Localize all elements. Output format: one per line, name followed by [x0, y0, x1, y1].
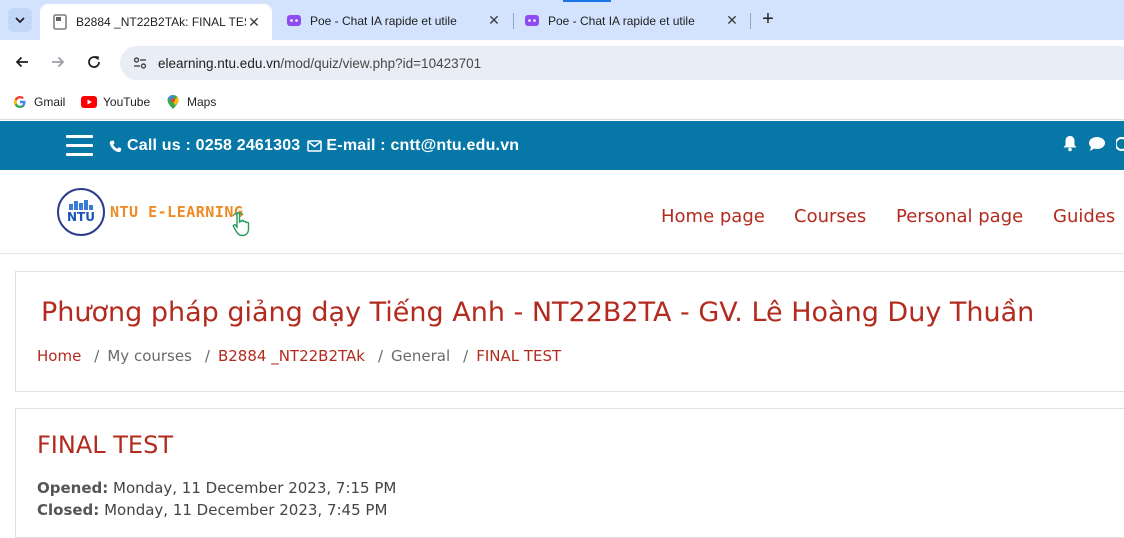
- closed-value: Monday, 11 December 2023, 7:45 PM: [104, 501, 388, 519]
- pointer-hand-icon: [232, 212, 250, 237]
- youtube-icon: [81, 94, 97, 110]
- logo-buildings-icon: [69, 200, 93, 210]
- user-menu-icon[interactable]: [1114, 136, 1124, 157]
- address-bar[interactable]: elearning.ntu.edu.vn/mod/quiz/view.php?i…: [120, 46, 1124, 80]
- browser-toolbar: elearning.ntu.edu.vn/mod/quiz/view.php?i…: [0, 40, 1124, 84]
- bell-icon[interactable]: [1062, 135, 1078, 157]
- new-tab-button[interactable]: +: [758, 9, 778, 29]
- bookmark-maps[interactable]: Maps: [165, 92, 216, 112]
- course-title: Phương pháp giảng dạy Tiếng Anh - NT22B2…: [41, 297, 1035, 328]
- close-icon[interactable]: ✕: [724, 12, 740, 29]
- close-icon[interactable]: ✕: [246, 14, 262, 30]
- quiz-closed: Closed: Monday, 11 December 2023, 7:45 P…: [37, 501, 387, 519]
- breadcrumb-general: General: [391, 347, 451, 365]
- back-button[interactable]: [10, 50, 34, 74]
- quiz-title: FINAL TEST: [37, 431, 173, 459]
- ntu-logo[interactable]: NTU: [57, 188, 105, 236]
- nav-guides[interactable]: Guides: [1053, 206, 1115, 227]
- poe-icon: [524, 13, 540, 29]
- quiz-card: FINAL TEST Opened: Monday, 11 December 2…: [15, 408, 1124, 538]
- email-text: E-mail : cntt@ntu.edu.vn: [326, 137, 520, 154]
- bookmark-label: Gmail: [34, 95, 66, 109]
- breadcrumb-separator: /: [94, 347, 100, 365]
- url-path: /mod/quiz/view.php?id=10423701: [280, 55, 482, 71]
- menu-toggle-button[interactable]: [66, 135, 93, 156]
- contact-info: Call us : 0258 2461303 E-mail : cntt@ntu…: [107, 137, 519, 155]
- url-domain: elearning.ntu.edu.vn: [158, 55, 281, 71]
- hamburger-icon: [66, 135, 93, 138]
- nav-home-page[interactable]: Home page: [661, 206, 765, 227]
- close-icon[interactable]: ✕: [486, 12, 502, 29]
- bookmark-label: Maps: [187, 95, 217, 109]
- tab-separator: [750, 13, 751, 29]
- maps-icon: [165, 94, 181, 110]
- closed-label: Closed:: [37, 501, 100, 519]
- breadcrumb-final-test[interactable]: FINAL TEST: [476, 347, 561, 365]
- reload-icon: [88, 56, 100, 68]
- arrow-left-icon: [15, 56, 28, 68]
- google-icon: [12, 94, 28, 110]
- browser-tabstrip: B2884 _NT22B2TAk: FINAL TEST ✕ Poe - Cha…: [0, 0, 1124, 40]
- reload-button[interactable]: [82, 50, 106, 74]
- user-tools: [1062, 135, 1124, 157]
- breadcrumb-separator: /: [377, 347, 384, 365]
- site-header: NTU NTU E-LEARNING Home page Courses Per…: [0, 170, 1124, 254]
- page-icon: [52, 14, 68, 30]
- bookmark-label: YouTube: [103, 95, 151, 109]
- call-us-text: Call us : 0258 2461303: [127, 137, 301, 154]
- bookmark-youtube[interactable]: YouTube: [81, 92, 150, 112]
- quiz-opened: Opened: Monday, 11 December 2023, 7:15 P…: [37, 479, 396, 497]
- bookmarks-bar: Gmail YouTube Maps: [0, 84, 1124, 120]
- opened-label: Opened:: [37, 479, 109, 497]
- url-text: elearning.ntu.edu.vn/mod/quiz/view.php?i…: [158, 56, 481, 71]
- tab-title: Poe - Chat IA rapide et utile: [548, 13, 695, 28]
- tab-poe-1[interactable]: Poe - Chat IA rapide et utile ✕: [274, 5, 512, 36]
- breadcrumb-home[interactable]: Home: [37, 347, 81, 365]
- forward-button[interactable]: [46, 50, 70, 74]
- tab-poe-2[interactable]: Poe - Chat IA rapide et utile ✕: [512, 5, 750, 36]
- course-header-card: Phương pháp giảng dạy Tiếng Anh - NT22B2…: [15, 271, 1124, 392]
- poe-icon: [286, 13, 302, 29]
- site-topbar: Call us : 0258 2461303 E-mail : cntt@ntu…: [0, 121, 1124, 170]
- tab-title: B2884 _NT22B2TAk: FINAL TEST: [76, 15, 246, 29]
- mail-icon: [306, 138, 322, 154]
- site-settings-icon[interactable]: [130, 53, 150, 73]
- logo-text: NTU E-LEARNING: [110, 203, 244, 221]
- tab-search-button[interactable]: [8, 8, 32, 32]
- breadcrumb-separator: /: [204, 347, 210, 365]
- nav-courses[interactable]: Courses: [794, 206, 866, 227]
- breadcrumb-course[interactable]: B2884 _NT22B2TAk: [218, 347, 365, 365]
- chevron-down-icon: [15, 17, 25, 24]
- breadcrumb: Home / My courses / B2884 _NT22B2TAk / G…: [37, 347, 561, 365]
- chat-icon[interactable]: [1088, 136, 1106, 157]
- logo-circle-text: NTU: [67, 210, 95, 224]
- tab-final-test[interactable]: B2884 _NT22B2TAk: FINAL TEST ✕: [40, 4, 272, 40]
- breadcrumb-my-courses: My courses: [107, 347, 192, 365]
- tab-loading-indicator: [563, 0, 611, 2]
- bookmark-gmail[interactable]: Gmail: [12, 92, 65, 112]
- tab-title: Poe - Chat IA rapide et utile: [310, 13, 457, 28]
- phone-icon: [107, 138, 123, 154]
- breadcrumb-separator: /: [463, 347, 469, 365]
- opened-value: Monday, 11 December 2023, 7:15 PM: [113, 479, 397, 497]
- arrow-right-icon: [52, 56, 65, 68]
- nav-personal-page[interactable]: Personal page: [896, 206, 1023, 227]
